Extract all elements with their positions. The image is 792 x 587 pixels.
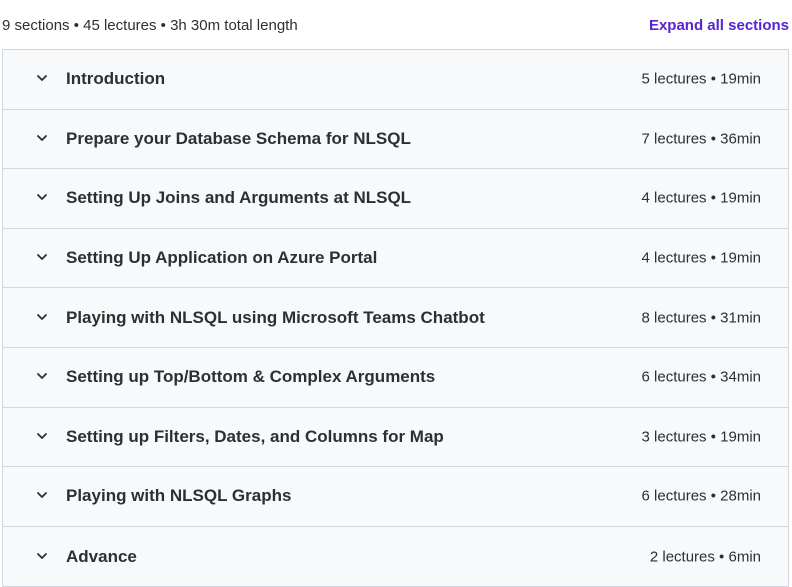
section-meta: 7 lectures • 36min (641, 130, 761, 148)
section-meta: 5 lectures • 19min (641, 70, 761, 88)
section-title: Setting Up Joins and Arguments at NLSQL (66, 188, 412, 208)
curriculum-sections-list: Introduction 5 lectures • 19min Prepare … (2, 49, 789, 587)
section-row[interactable]: Introduction 5 lectures • 19min (3, 50, 788, 110)
expand-all-sections-button[interactable]: Expand all sections (649, 17, 789, 34)
chevron-down-icon (35, 310, 49, 324)
section-title: Setting up Filters, Dates, and Columns f… (66, 426, 444, 446)
section-meta: 6 lectures • 34min (641, 368, 761, 386)
section-row[interactable]: Setting Up Joins and Arguments at NLSQL … (3, 169, 788, 229)
section-meta: 4 lectures • 19min (641, 189, 761, 207)
section-row[interactable]: Advance 2 lectures • 6min (3, 526, 788, 587)
course-content-summary: 9 sections • 45 lectures • 3h 30m total … (2, 17, 298, 34)
section-row[interactable]: Setting up Filters, Dates, and Columns f… (3, 407, 788, 468)
section-title: Prepare your Database Schema for NLSQL (66, 128, 411, 148)
chevron-down-icon (35, 190, 49, 204)
section-title: Playing with NLSQL Graphs (66, 486, 292, 506)
chevron-down-icon (35, 488, 49, 502)
section-row[interactable]: Prepare your Database Schema for NLSQL 7… (3, 109, 788, 170)
chevron-down-icon (35, 369, 49, 383)
section-title: Setting Up Application on Azure Portal (66, 248, 378, 268)
chevron-down-icon (35, 131, 49, 145)
section-meta: 4 lectures • 19min (641, 249, 761, 267)
section-row[interactable]: Playing with NLSQL using Microsoft Teams… (3, 288, 788, 348)
section-row[interactable]: Setting up Top/Bottom & Complex Argument… (3, 347, 788, 408)
chevron-down-icon (35, 429, 49, 443)
curriculum-header: 9 sections • 45 lectures • 3h 30m total … (0, 0, 792, 50)
section-meta: 8 lectures • 31min (641, 309, 761, 327)
section-title: Setting up Top/Bottom & Complex Argument… (66, 367, 436, 387)
chevron-down-icon (35, 250, 49, 264)
section-row[interactable]: Playing with NLSQL Graphs 6 lectures • 2… (3, 467, 788, 527)
section-meta: 6 lectures • 28min (641, 487, 761, 505)
section-meta: 3 lectures • 19min (641, 428, 761, 446)
section-meta: 2 lectures • 6min (649, 548, 761, 566)
chevron-down-icon (35, 549, 49, 563)
section-row[interactable]: Setting Up Application on Azure Portal 4… (3, 228, 788, 289)
section-title: Introduction (66, 69, 166, 89)
chevron-down-icon (35, 71, 49, 85)
section-title: Advance (66, 546, 137, 566)
section-title: Playing with NLSQL using Microsoft Teams… (66, 307, 485, 327)
